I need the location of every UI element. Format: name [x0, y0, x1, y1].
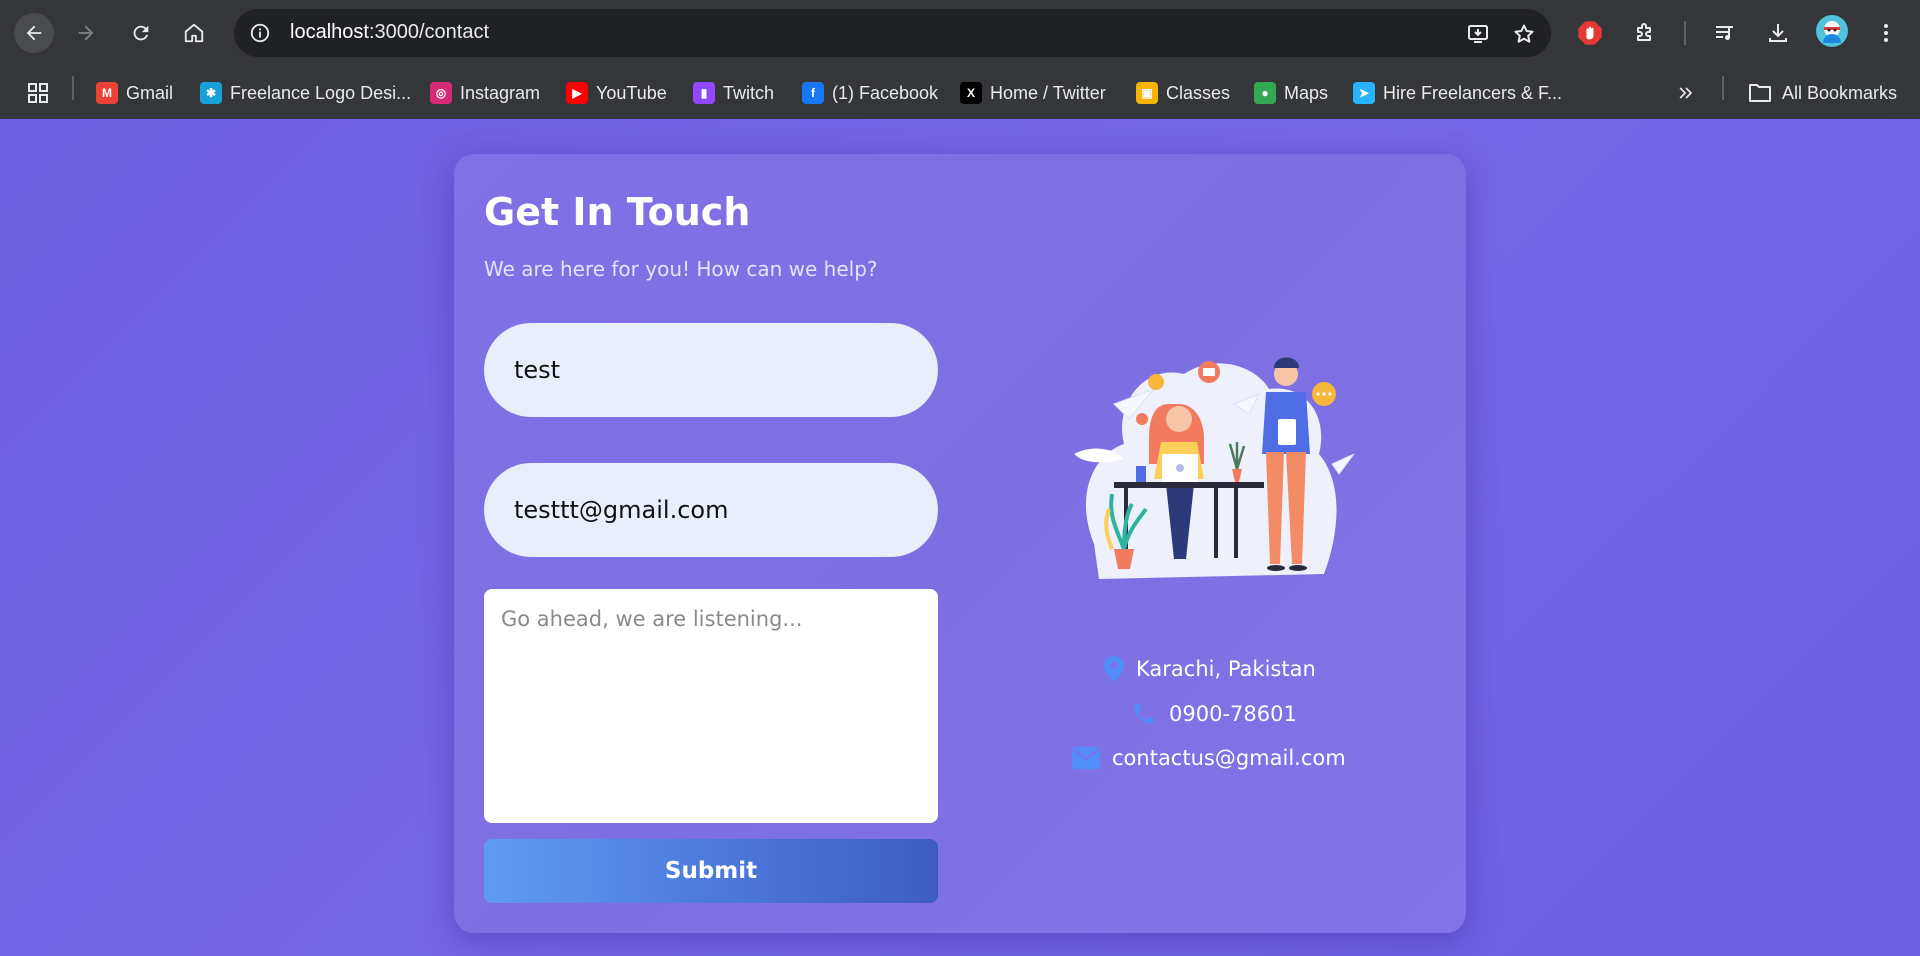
all-bookmarks-label: All Bookmarks — [1782, 82, 1898, 103]
twitch-icon: ▮ — [693, 82, 715, 104]
envelope-icon — [1072, 747, 1100, 769]
bookmark-item[interactable]: f (1) Facebook — [802, 78, 938, 108]
bookmark-label: Twitch — [723, 82, 775, 103]
bookmark-item[interactable]: ▮ Twitch — [693, 78, 774, 108]
reload-icon — [133, 25, 149, 41]
home-icon — [184, 23, 204, 43]
page-subtitle: We are here for you! How can we help? — [484, 257, 878, 281]
browser-chrome: localhost:3000/contact M Gmail ✱ Freelan… — [0, 0, 1920, 119]
url-text[interactable]: localhost:3000/contact — [290, 21, 489, 44]
page-background: Get In Touch We are here for you! How ca… — [0, 119, 1920, 956]
gmail-icon: M — [96, 82, 118, 104]
bookmark-label: Maps — [1284, 82, 1329, 103]
url-path: :3000/contact — [368, 21, 490, 43]
downloads-icon[interactable] — [1762, 17, 1794, 49]
phone-text: 0900-78601 — [1169, 702, 1297, 726]
bookmark-label: YouTube — [596, 82, 667, 103]
bookmark-label: Home / Twitter — [990, 82, 1106, 103]
bookmark-label: Hire Freelancers & F... — [1383, 82, 1563, 103]
url-host: localhost — [290, 21, 369, 43]
extensions-puzzle-icon[interactable] — [1629, 17, 1661, 49]
back-button[interactable] — [14, 13, 54, 53]
contact-card: Get In Touch We are here for you! How ca… — [454, 154, 1466, 933]
bookmark-label: Freelance Logo Desi... — [230, 82, 412, 103]
bookmark-label: Classes — [1166, 82, 1231, 103]
more-bookmarks-chevron-icon[interactable] — [1676, 78, 1696, 108]
bookmark-item[interactable]: ▣ Classes — [1136, 78, 1230, 108]
bookmark-label: Instagram — [460, 82, 541, 103]
apps-grid-icon[interactable] — [26, 78, 50, 108]
customer-support-illustration — [1074, 357, 1355, 579]
freelance-logo-icon: ✱ — [200, 82, 222, 104]
profile-avatar[interactable] — [1816, 15, 1848, 47]
bookmarks-divider-right — [1722, 76, 1724, 100]
arrow-left-icon — [26, 25, 42, 41]
folder-icon — [1749, 84, 1771, 102]
bookmark-item[interactable]: ◎ Instagram — [430, 78, 540, 108]
email-input[interactable] — [484, 463, 938, 557]
instagram-icon: ◎ — [430, 82, 452, 104]
reload-button[interactable] — [121, 13, 161, 53]
bookmark-item[interactable]: ✱ Freelance Logo Desi... — [200, 78, 411, 108]
classroom-icon: ▣ — [1136, 82, 1158, 104]
youtube-icon: ▶ — [566, 82, 588, 104]
x-icon: X — [960, 82, 982, 104]
submit-button[interactable]: Submit — [484, 839, 938, 903]
bookmark-star-icon[interactable] — [1511, 21, 1537, 47]
bookmark-item[interactable]: ● Maps — [1254, 78, 1328, 108]
home-button[interactable] — [174, 13, 214, 53]
bookmark-item[interactable]: ➤ Hire Freelancers & F... — [1353, 78, 1562, 108]
contact-location: Karachi, Pakistan — [1104, 656, 1316, 682]
forward-button[interactable] — [66, 13, 106, 53]
arrow-right-icon — [78, 25, 94, 41]
phone-icon — [1131, 701, 1157, 727]
bookmark-label: Gmail — [126, 82, 174, 103]
maps-icon: ● — [1254, 82, 1276, 104]
bookmark-item[interactable]: M Gmail — [96, 78, 173, 108]
site-info-icon[interactable] — [248, 21, 272, 45]
browser-toolbar: localhost:3000/contact — [0, 0, 1920, 66]
location-text: Karachi, Pakistan — [1136, 657, 1316, 681]
page-title: Get In Touch — [484, 190, 751, 234]
adblock-extension-icon[interactable] — [1574, 17, 1606, 49]
map-pin-icon — [1104, 656, 1124, 682]
contact-phone: 0900-78601 — [1131, 701, 1297, 727]
media-playlist-icon[interactable] — [1709, 17, 1741, 49]
browser-menu-icon[interactable] — [1870, 17, 1902, 49]
install-app-icon[interactable] — [1465, 21, 1491, 47]
facebook-icon: f — [802, 82, 824, 104]
contact-email: contactus@gmail.com — [1072, 746, 1346, 770]
all-bookmarks-button[interactable]: All Bookmarks — [1748, 78, 1897, 108]
address-bar[interactable]: localhost:3000/contact — [234, 9, 1551, 57]
bookmarks-divider — [72, 76, 74, 100]
message-textarea[interactable] — [484, 589, 938, 823]
bookmark-item[interactable]: X Home / Twitter — [960, 78, 1106, 108]
toolbar-divider — [1684, 21, 1686, 45]
name-input[interactable] — [484, 323, 938, 417]
email-text: contactus@gmail.com — [1112, 746, 1346, 770]
bookmark-label: (1) Facebook — [832, 82, 939, 103]
bookmark-item[interactable]: ▶ YouTube — [566, 78, 667, 108]
freelancer-icon: ➤ — [1353, 82, 1375, 104]
